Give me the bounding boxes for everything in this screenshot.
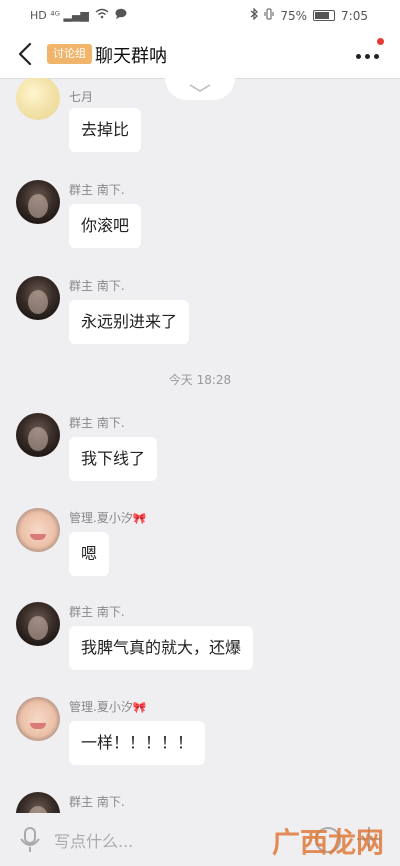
message-bubble[interactable]: 我下线了 [69, 437, 158, 481]
avatar[interactable] [16, 78, 60, 120]
back-button[interactable] [10, 36, 42, 72]
avatar[interactable] [16, 697, 60, 741]
bow-emoji: 🎀 [132, 512, 147, 525]
time-separator: 今天 18:28 [168, 373, 232, 387]
network-indicator: HD ⁴ᴳ ▂▄▆ [30, 8, 89, 22]
avatar[interactable] [16, 602, 60, 646]
message-bubble[interactable]: 嗯 [69, 532, 110, 576]
chat-message-list[interactable]: 七月 去掉比 群主 南下. 你滚吧 群主 南下. 永远别进来了 今天 18:28… [0, 78, 400, 813]
avatar[interactable] [16, 276, 60, 320]
avatar[interactable] [16, 180, 60, 224]
message-bubble[interactable]: 一样！！！！！ [69, 721, 206, 765]
sender-name: 群主 南下. [69, 279, 125, 293]
wifi-icon [95, 8, 109, 22]
status-bar: HD ⁴ᴳ ▂▄▆ 75% 7:05 [0, 0, 400, 30]
sender-name: 群主 南下. [69, 416, 125, 430]
sender-name: 管理.夏小汐🎀 [69, 509, 147, 526]
mic-icon [20, 827, 40, 852]
back-arrow-icon [18, 42, 32, 66]
sender-name: 群主 南下. [69, 183, 125, 197]
sender-name: 管理.夏小汐🎀 [69, 698, 147, 715]
chat-header: 讨论组 聊天群呐 [0, 30, 400, 79]
avatar[interactable] [16, 792, 60, 813]
avatar[interactable] [16, 508, 60, 552]
bow-emoji: 🎀 [132, 701, 147, 714]
message-bubble[interactable]: 永远别进来了 [69, 300, 190, 344]
vibrate-icon [264, 8, 274, 23]
chat-title: 聊天群呐 [95, 46, 167, 67]
voice-button[interactable] [18, 827, 42, 853]
sender-name: 群主 南下. [69, 795, 125, 809]
clock: 7:05 [341, 8, 368, 23]
battery-icon [313, 10, 336, 21]
message-input[interactable] [52, 823, 296, 859]
message-bubble[interactable]: 你滚吧 [69, 204, 142, 248]
bluetooth-icon [250, 7, 259, 23]
more-icon [356, 54, 379, 59]
battery-percent: 75% [280, 8, 308, 23]
sender-name-text: 管理.夏小汐 [69, 511, 133, 525]
sender-name-text: 管理.夏小汐 [69, 700, 133, 714]
sender-name: 七月 [69, 90, 94, 104]
collapse-tab[interactable] [165, 78, 235, 100]
sender-name: 群主 南下. [69, 605, 125, 619]
svg-text:广西龙网: 广西龙网 [272, 826, 384, 859]
notification-badge [377, 38, 384, 45]
chevron-down-icon [189, 84, 211, 92]
group-type-tag: 讨论组 [47, 44, 92, 64]
watermark-logo: 广西龙网 [270, 818, 392, 862]
more-button[interactable] [354, 38, 386, 70]
message-bubble[interactable]: 我脾气真的就大，还爆 [69, 626, 254, 670]
message-notification-icon [115, 8, 127, 22]
message-bubble[interactable]: 去掉比 [69, 108, 142, 152]
avatar[interactable] [16, 413, 60, 457]
